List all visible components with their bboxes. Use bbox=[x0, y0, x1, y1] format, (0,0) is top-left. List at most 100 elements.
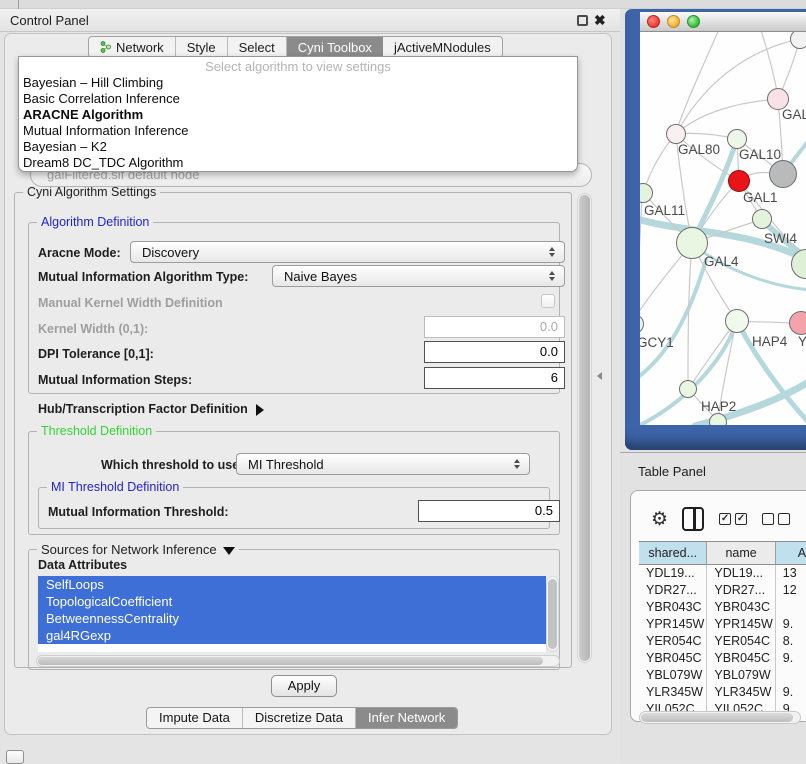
mi-type-label: Mutual Information Algorithm Type: bbox=[38, 270, 248, 284]
mi-threshold-definition-title: MI Threshold Definition bbox=[47, 480, 183, 494]
float-icon[interactable] bbox=[577, 15, 588, 26]
close-traffic-icon[interactable] bbox=[647, 15, 660, 28]
dropdown-item[interactable]: Mutual Information Inference bbox=[19, 123, 577, 139]
window-top-strip bbox=[0, 0, 806, 9]
table-toolbar: ⚙ ✓✓ bbox=[631, 499, 806, 539]
combo-arrows-icon bbox=[549, 271, 555, 281]
tab-network[interactable]: Network bbox=[89, 37, 176, 57]
table-row[interactable]: YDR27...YDR27...12 bbox=[639, 582, 806, 599]
hub-definition-toggle[interactable]: Hub/Transcription Factor Definition bbox=[38, 402, 264, 416]
aracne-mode-label: Aracne Mode: bbox=[38, 246, 121, 260]
data-attributes-list: SelfLoops TopologicalCoefficient Between… bbox=[38, 576, 546, 652]
node-label: GCY1 bbox=[640, 335, 674, 350]
dropdown-item[interactable]: Bayesian – K2 bbox=[19, 139, 577, 155]
settings-group-title: Cyni Algorithm Settings bbox=[23, 185, 160, 199]
table-row[interactable]: YPR145WYPR145W9. bbox=[639, 616, 806, 633]
manual-kernel-checkbox[interactable] bbox=[541, 294, 555, 308]
node-label: GAL4 bbox=[704, 254, 739, 269]
settings-horizontal-scrollbar[interactable] bbox=[36, 655, 560, 667]
tab-discretize-data[interactable]: Discretize Data bbox=[243, 708, 356, 728]
control-panel-title: Control Panel bbox=[10, 13, 89, 28]
control-panel-tabs: Network Style Select Cyni Toolbox jActiv… bbox=[88, 36, 503, 58]
settings-vertical-scrollbar[interactable] bbox=[577, 193, 592, 663]
network-node-pink[interactable] bbox=[789, 311, 806, 335]
mi-steps-field[interactable]: 6 bbox=[424, 367, 565, 389]
column-header[interactable]: shared... bbox=[639, 542, 707, 564]
node-label: GAL10 bbox=[739, 147, 781, 162]
deselect-all-icon[interactable] bbox=[762, 513, 790, 525]
gear-icon[interactable]: ⚙ bbox=[651, 508, 668, 531]
algorithm-dropdown-list: Select algorithm to view settings Bayesi… bbox=[18, 56, 578, 172]
collapsed-arrow-icon bbox=[256, 404, 264, 416]
network-node[interactable] bbox=[679, 380, 697, 398]
threshold-definition-title: Threshold Definition bbox=[37, 424, 156, 438]
network-node[interactable] bbox=[725, 309, 749, 333]
table-row[interactable]: YER054CYER054C8. bbox=[639, 633, 806, 650]
which-threshold-combo[interactable]: MI Threshold bbox=[236, 453, 530, 475]
node-label: SWI4 bbox=[764, 231, 797, 246]
column-view-icon[interactable] bbox=[682, 507, 704, 531]
zoom-traffic-icon[interactable] bbox=[687, 15, 700, 28]
network-node-gray[interactable] bbox=[769, 160, 797, 188]
aracne-mode-combo[interactable]: Discovery bbox=[130, 241, 565, 263]
network-window-titlebar[interactable] bbox=[640, 12, 806, 32]
tab-jactivemnodules[interactable]: jActiveMNodules bbox=[383, 37, 502, 57]
list-item-selected[interactable]: gal4RGexp bbox=[38, 627, 546, 644]
node-table: shared... name A YDL19...YDL19...13 YDR2… bbox=[639, 541, 806, 718]
column-header[interactable]: name bbox=[707, 542, 775, 564]
table-panel-window: ⚙ ✓✓ shared... name A YDL19...YDL19...13… bbox=[630, 490, 806, 722]
list-item-selected[interactable]: TopologicalCoefficient bbox=[38, 593, 546, 610]
dropdown-item[interactable]: Bayesian – Hill Climbing bbox=[19, 75, 577, 91]
dpi-tolerance-field[interactable]: 0.0 bbox=[424, 341, 565, 363]
mi-type-combo[interactable]: Naive Bayes bbox=[272, 265, 565, 287]
table-horizontal-scrollbar[interactable] bbox=[639, 711, 801, 724]
sources-group-title[interactable]: Sources for Network Inference bbox=[37, 542, 239, 557]
table-panel-titlebar: Table Panel bbox=[620, 452, 806, 490]
column-header[interactable]: A bbox=[776, 542, 806, 564]
data-attributes-label: Data Attributes bbox=[38, 558, 127, 572]
list-item-selected[interactable]: BetweennessCentrality bbox=[38, 610, 546, 627]
node-label: GAL11 bbox=[644, 203, 685, 218]
tab-network-label: Network bbox=[116, 40, 164, 55]
splitpane-collapse-handle[interactable] bbox=[597, 372, 603, 381]
table-row[interactable]: YBL079WYBL079W bbox=[639, 667, 806, 684]
tab-style[interactable]: Style bbox=[176, 37, 228, 57]
select-all-icon[interactable]: ✓✓ bbox=[719, 513, 747, 525]
which-threshold-label: Which threshold to use: bbox=[101, 458, 243, 472]
dropdown-item[interactable]: Basic Correlation Inference bbox=[19, 91, 577, 107]
dropdown-item-selected[interactable]: ARACNE Algorithm bbox=[19, 107, 577, 123]
table-header-row: shared... name A bbox=[639, 541, 806, 565]
list-item-selected[interactable]: SelfLoops bbox=[38, 576, 546, 593]
dropdown-item[interactable]: Dream8 DC_TDC Algorithm bbox=[19, 155, 577, 171]
node-label: GAL1 bbox=[743, 190, 778, 205]
node-label: HAP2 bbox=[701, 399, 736, 414]
tab-infer-network[interactable]: Infer Network bbox=[356, 708, 457, 728]
kernel-width-field[interactable]: 0.0 bbox=[424, 316, 565, 338]
control-panel-titlebar: Control Panel bbox=[0, 9, 620, 32]
kernel-width-label: Kernel Width (0,1): bbox=[38, 322, 148, 336]
minimize-traffic-icon[interactable] bbox=[667, 15, 680, 28]
table-row[interactable]: YLR345WYLR345W9. bbox=[639, 684, 806, 701]
node-label: GAL80 bbox=[678, 142, 720, 157]
mi-threshold-field[interactable]: 0.5 bbox=[418, 500, 560, 522]
attribute-list-vertical-scrollbar[interactable] bbox=[546, 576, 559, 652]
node-label: GAL bbox=[782, 107, 806, 122]
network-node[interactable] bbox=[666, 124, 686, 144]
apply-button[interactable]: Apply bbox=[271, 675, 337, 697]
network-node[interactable] bbox=[790, 32, 806, 49]
tab-cyni-toolbox[interactable]: Cyni Toolbox bbox=[287, 37, 383, 57]
network-node[interactable] bbox=[752, 209, 772, 229]
network-node[interactable] bbox=[727, 129, 747, 149]
table-row[interactable]: YBR045CYBR045C9. bbox=[639, 650, 806, 667]
table-row[interactable]: YBR043CYBR043C bbox=[639, 599, 806, 616]
dropdown-placeholder: Select algorithm to view settings bbox=[19, 59, 577, 75]
network-node-red[interactable] bbox=[728, 170, 750, 192]
table-row[interactable]: YDL19...YDL19...13 bbox=[639, 565, 806, 582]
close-icon[interactable]: ✖ bbox=[594, 10, 606, 30]
combo-arrows-icon bbox=[514, 459, 520, 469]
tab-select[interactable]: Select bbox=[228, 37, 287, 57]
network-canvas[interactable]: GAL GAL80 GAL10 GAL1 GAL11 SWI4 GAL4 GCY… bbox=[640, 32, 806, 425]
tab-impute-data[interactable]: Impute Data bbox=[147, 708, 243, 728]
combo-arrows-icon bbox=[549, 247, 555, 257]
network-node[interactable] bbox=[709, 413, 727, 425]
